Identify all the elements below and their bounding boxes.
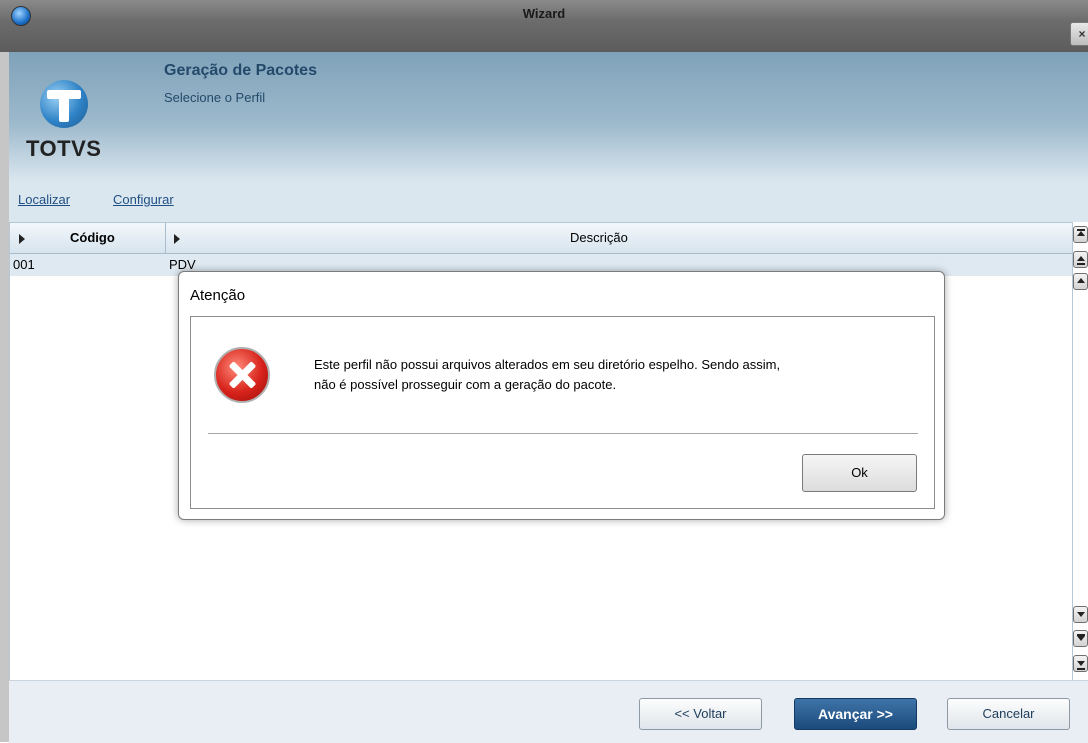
column-arrow-icon (19, 234, 25, 244)
dialog-title: Atenção (190, 287, 246, 304)
column-header-descricao[interactable]: Descrição (570, 223, 628, 253)
title-bar: Wizard × (0, 0, 1088, 52)
scroll-down-button[interactable] (1073, 606, 1088, 623)
scroll-bottom-button[interactable] (1073, 655, 1088, 672)
dialog-divider (208, 433, 918, 434)
error-icon (214, 347, 270, 403)
configurar-link[interactable]: Configurar (113, 192, 174, 207)
page-title: Geração de Pacotes (164, 62, 317, 79)
cell-codigo: 001 (13, 257, 35, 272)
grid-header: Código Descrição (10, 223, 1072, 254)
dialog-message-line1: Este perfil não possui arquivos alterado… (314, 357, 781, 372)
page-up-button[interactable] (1073, 251, 1088, 268)
scroll-up-button[interactable] (1073, 273, 1088, 290)
localizar-link[interactable]: Localizar (18, 192, 70, 207)
next-button[interactable]: Avançar >> (794, 698, 917, 730)
ok-button[interactable]: Ok (802, 454, 917, 492)
dialog-body: Este perfil não possui arquivos alterado… (190, 316, 935, 509)
window-title: Wizard (522, 6, 566, 21)
page-subtitle: Selecione o Perfil (164, 90, 266, 105)
column-arrow-icon (174, 234, 180, 244)
wizard-footer: << Voltar Avançar >> Cancelar (9, 680, 1088, 743)
attention-dialog: Atenção Este perfil não possui arquivos … (178, 271, 945, 520)
left-border (0, 52, 9, 742)
cancel-button[interactable]: Cancelar (947, 698, 1070, 730)
link-bar: Localizar Configurar (9, 182, 1088, 222)
scroll-top-button[interactable] (1073, 226, 1088, 243)
page-down-button[interactable] (1073, 630, 1088, 647)
cell-descricao: PDV (169, 257, 196, 272)
close-button[interactable]: × (1070, 22, 1088, 46)
dialog-message: Este perfil não possui arquivos alterado… (314, 355, 924, 395)
back-button[interactable]: << Voltar (639, 698, 762, 730)
totvs-logo-icon (40, 80, 88, 128)
wizard-header: TOTVS Geração de Pacotes Selecione o Per… (9, 52, 1088, 182)
dialog-message-line2: não é possível prosseguir com a geração … (314, 377, 617, 392)
column-header-codigo[interactable]: Código (70, 223, 115, 253)
logo-text: TOTVS (26, 136, 102, 161)
